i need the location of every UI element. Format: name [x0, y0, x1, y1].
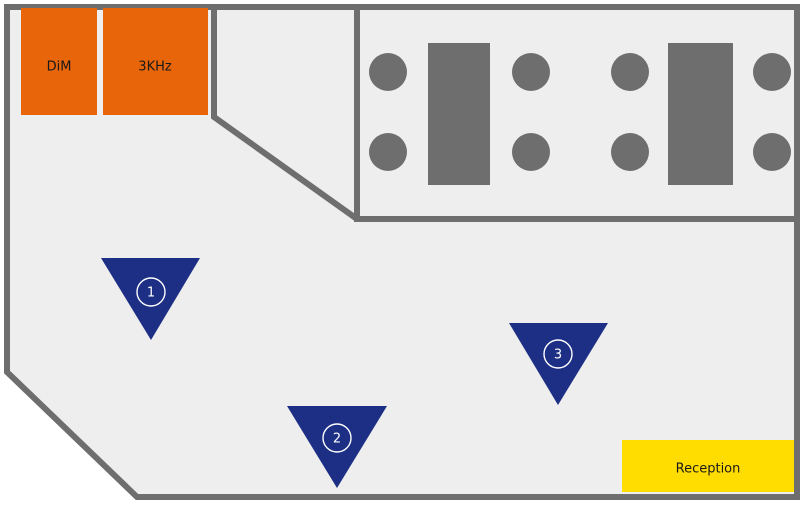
chair-icon	[611, 133, 649, 171]
chair-icon	[512, 53, 550, 91]
chair-icon	[369, 133, 407, 171]
chair-icon	[753, 53, 791, 91]
room-reception-label: Reception	[676, 462, 741, 477]
marker-1-number: 1	[147, 286, 155, 301]
table-icon	[668, 43, 733, 185]
room-3khz-label: 3KHz	[138, 60, 172, 75]
room-dim[interactable]: DiM	[21, 8, 97, 115]
floor-plan-diagram: DiM 3KHz Reception 1 2 3	[0, 0, 804, 505]
marker-3-number: 3	[554, 348, 562, 363]
chair-icon	[369, 53, 407, 91]
room-reception[interactable]: Reception	[622, 440, 794, 492]
table-icon	[428, 43, 490, 185]
room-3khz[interactable]: 3KHz	[103, 8, 208, 115]
room-dim-label: DiM	[47, 60, 72, 75]
marker-2-number: 2	[333, 432, 341, 447]
chair-icon	[753, 133, 791, 171]
chair-icon	[512, 133, 550, 171]
floor-plan-canvas: DiM 3KHz Reception 1 2 3	[0, 0, 804, 505]
chair-icon	[611, 53, 649, 91]
